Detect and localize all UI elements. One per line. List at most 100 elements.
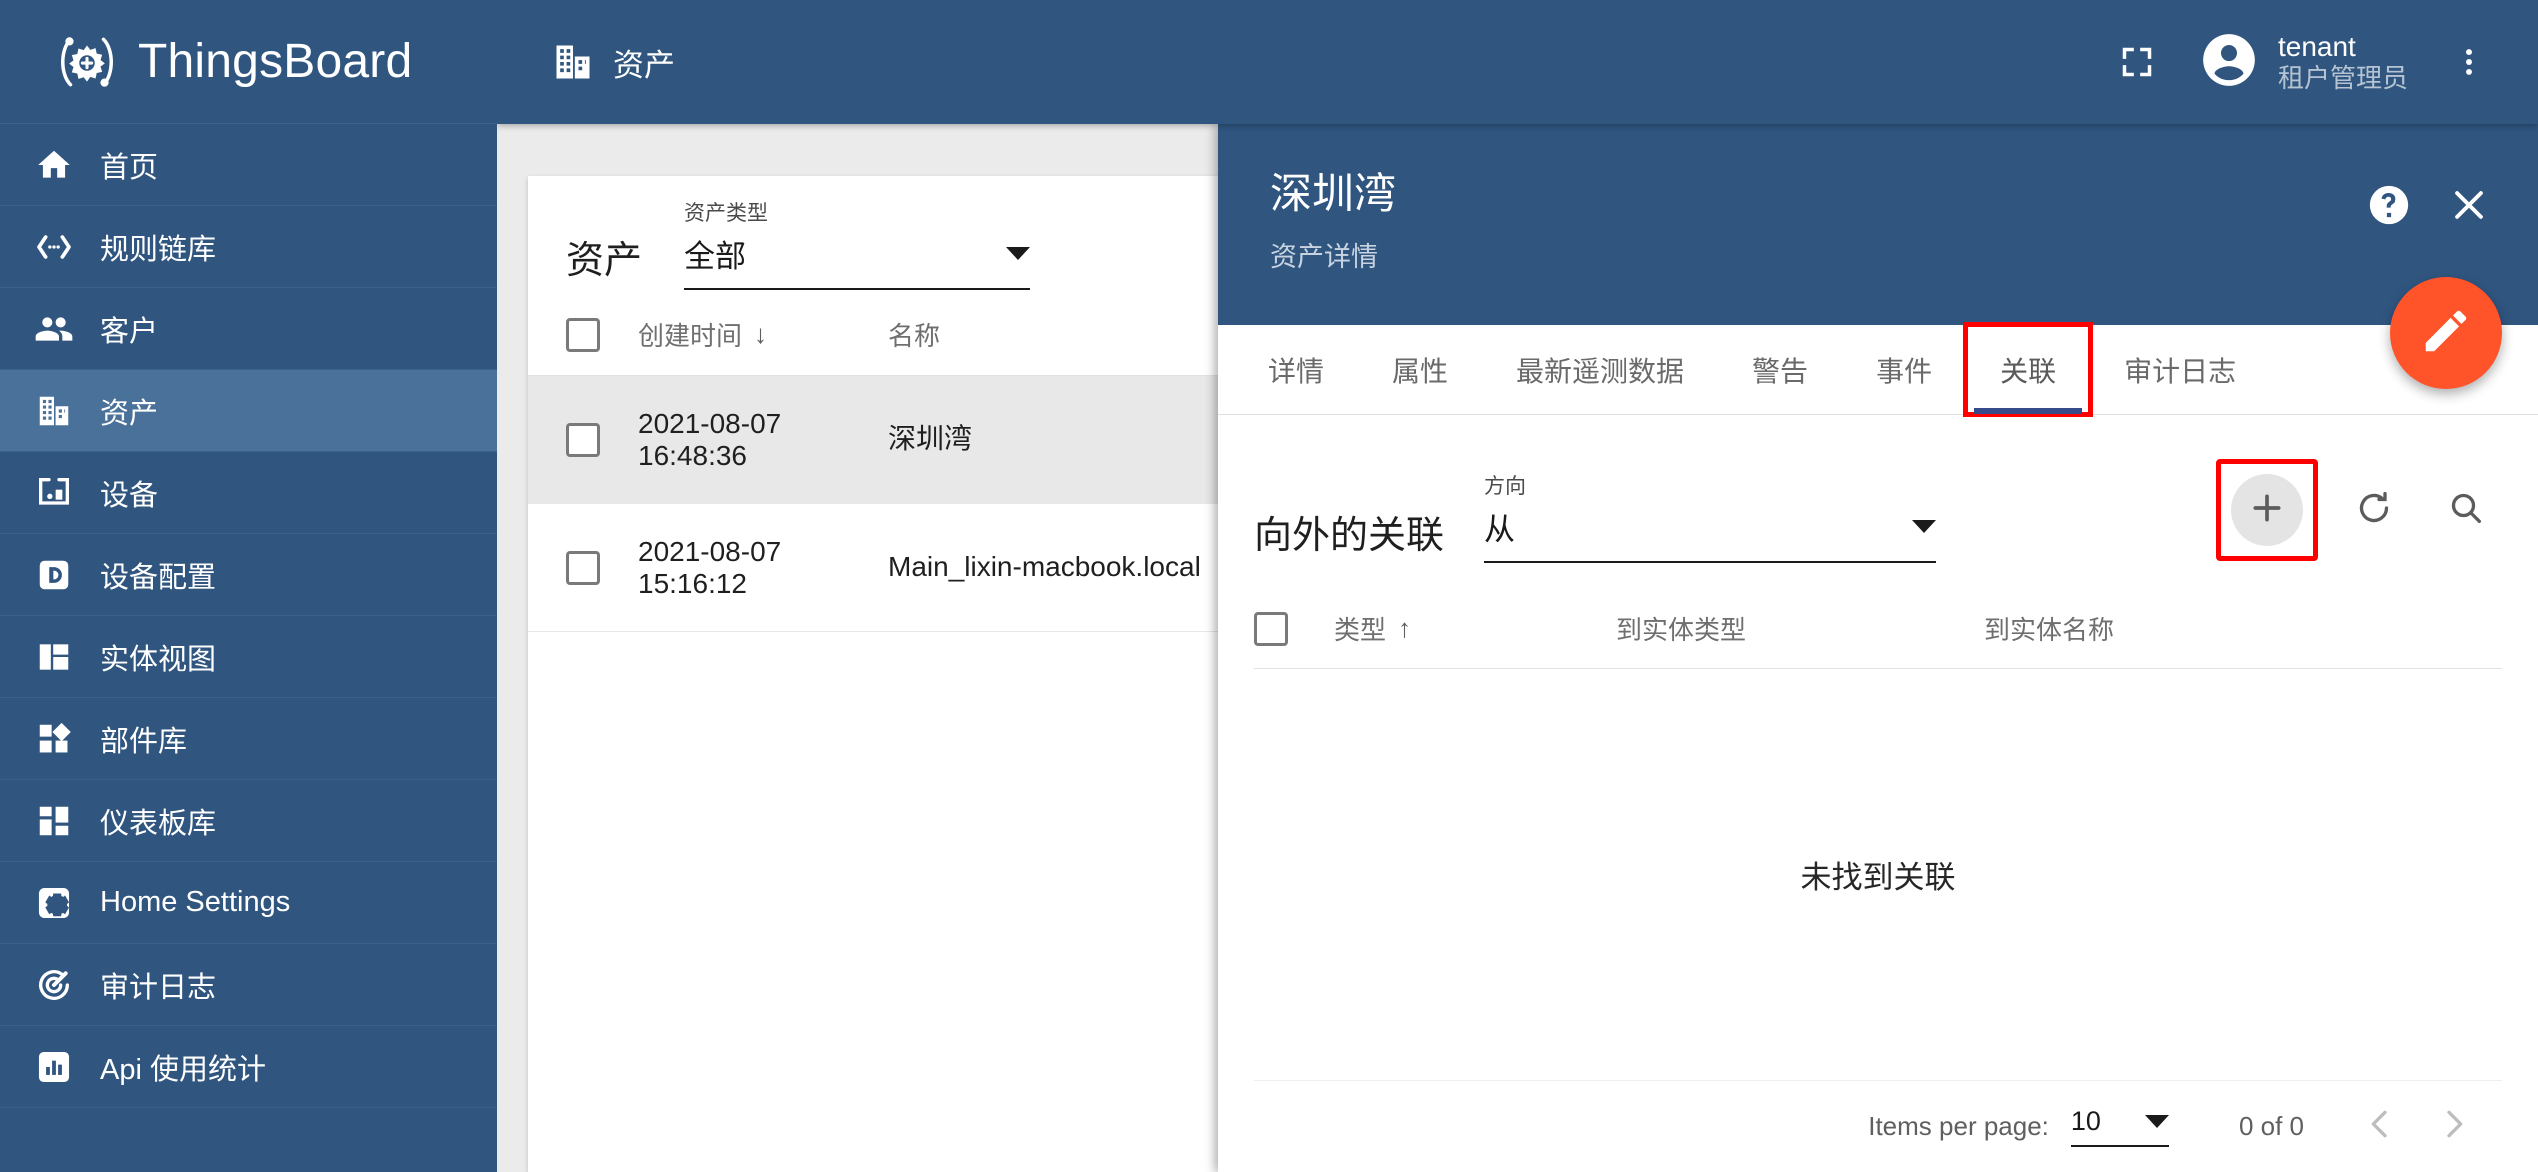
widgets-icon (34, 719, 74, 759)
cell-text: Main_lixin-macbook.local (888, 551, 1201, 583)
asset-table-header: 创建时间 ↓ 名称 (528, 294, 1248, 376)
column-created-time[interactable]: 创建时间 ↓ (600, 316, 870, 353)
table-row[interactable]: 2021-08-07 15:16:12 Main_lixin-macbook.l… (528, 504, 1248, 632)
entity-views-icon (34, 637, 74, 677)
chevron-down-icon (1006, 247, 1031, 260)
tab-relations[interactable]: 关联 (1963, 322, 2094, 417)
asset-list-card: 资产 资产类型 全部 创建时间 ↓ 名称 2021-08-07 16:48:36… (528, 176, 1248, 1172)
sidebar-item-api-usage[interactable]: Api 使用统计 (0, 1026, 497, 1108)
column-name[interactable]: 名称 (870, 316, 1210, 353)
sidebar-item-assets[interactable]: 资产 (0, 370, 497, 452)
cell-name: 深圳湾 (870, 421, 1210, 457)
sidebar-item-audit-log[interactable]: 审计日志 (0, 944, 497, 1026)
user-name: tenant (2277, 31, 2356, 63)
row-checkbox[interactable] (566, 550, 600, 585)
sidebar-item-label: 审计日志 (100, 971, 217, 1004)
cell-text: 2021-08-07 16:48:36 (638, 407, 782, 471)
user-menu[interactable]: tenant 租户管理员 (2192, 29, 2414, 96)
relations-title: 向外的关联 (1254, 515, 1445, 557)
sidebar-nav: 首页 规则链库 客户 资产 设备 设备配置 实体视图 部件库 仪表板库 Home… (0, 124, 497, 1172)
sidebar-item-label: 设备 (100, 479, 159, 512)
search-icon (2446, 488, 2486, 533)
sidebar-item-label: Home Settings (100, 886, 291, 918)
sidebar-item-widgets[interactable]: 部件库 (0, 698, 497, 780)
customers-icon (34, 309, 74, 349)
tab-details[interactable]: 详情 (1234, 325, 1358, 414)
sidebar-item-customers[interactable]: 客户 (0, 288, 497, 370)
edit-fab-button[interactable] (2390, 277, 2502, 389)
sidebar-item-home[interactable]: 首页 (0, 124, 497, 206)
add-relation-button[interactable] (2231, 474, 2303, 546)
tab-alarms[interactable]: 警告 (1718, 325, 1842, 414)
thingsboard-logo-icon (54, 29, 120, 95)
sidebar-item-entity-views[interactable]: 实体视图 (0, 616, 497, 698)
items-per-page-select[interactable]: 10 (2070, 1106, 2169, 1147)
column-header-label: 名称 (888, 321, 941, 351)
tab-audit-log[interactable]: 审计日志 (2090, 325, 2270, 414)
relations-empty-text: 未找到关联 (1800, 860, 1956, 895)
home-icon (34, 145, 74, 185)
help-circle-icon[interactable] (2360, 176, 2418, 234)
sidebar-item-device-profiles[interactable]: 设备配置 (0, 534, 497, 616)
asset-list-title: 资产 (566, 240, 643, 282)
brand[interactable]: ThingsBoard (0, 0, 497, 124)
search-button[interactable] (2430, 474, 2502, 546)
relation-direction-filter[interactable]: 方向 从 (1484, 470, 1937, 567)
column-header-label: 到实体名称 (1984, 615, 2115, 645)
column-type[interactable]: 类型 ↑ (1334, 610, 1616, 647)
chevron-down-icon (2144, 1115, 2169, 1128)
detail-tabs: 详情 属性 最新遥测数据 警告 事件 关联 审计日志 (1218, 322, 2538, 417)
pencil-icon (2419, 304, 2473, 363)
select-all-checkbox[interactable] (1254, 611, 1288, 646)
arrow-up-icon: ↑ (1398, 613, 1412, 643)
refresh-button[interactable] (2338, 474, 2410, 546)
page-title: 资产 (551, 40, 675, 85)
close-icon[interactable] (2440, 176, 2498, 234)
tab-attributes[interactable]: 属性 (1358, 325, 1482, 414)
brand-name: ThingsBoard (138, 35, 413, 88)
cell-text: 深圳湾 (888, 423, 973, 455)
cell-created-time: 2021-08-07 16:48:36 (600, 408, 870, 472)
column-header-label: 到实体类型 (1616, 615, 1747, 645)
asset-type-filter-label: 资产类型 (684, 202, 769, 225)
tab-latest-telemetry[interactable]: 最新遥测数据 (1482, 325, 1718, 414)
sidebar-item-home-settings[interactable]: Home Settings (0, 862, 497, 944)
relation-direction-value: 从 (1484, 512, 1516, 547)
asset-type-value: 全部 (684, 239, 747, 274)
user-info: tenant 租户管理员 (2278, 30, 2408, 94)
more-vert-icon[interactable] (2440, 33, 2498, 91)
pagination-range-label: 0 of 0 (2238, 1111, 2304, 1141)
app-root: ThingsBoard 首页 规则链库 客户 资产 设备 设备配置 实体视图 部… (0, 0, 2538, 1172)
refresh-icon (2354, 488, 2394, 533)
sidebar-item-label: 实体视图 (100, 643, 217, 676)
sidebar: ThingsBoard 首页 规则链库 客户 资产 设备 设备配置 实体视图 部… (0, 0, 497, 1172)
row-checkbox[interactable] (566, 422, 600, 457)
chevron-left-icon[interactable] (2360, 1104, 2400, 1149)
detail-header-actions (2360, 176, 2498, 234)
sidebar-item-label: Api 使用统计 (100, 1053, 266, 1086)
select-all-checkbox[interactable] (566, 317, 600, 352)
api-usage-icon (34, 1047, 74, 1087)
asset-type-filter[interactable]: 资产类型 全部 (684, 197, 1031, 294)
column-to-entity-type[interactable]: 到实体类型 (1616, 610, 1984, 647)
sidebar-item-dashboards[interactable]: 仪表板库 (0, 780, 497, 862)
top-toolbar: 资产 tenant 租户管理员 (497, 0, 2538, 124)
device-profiles-icon (34, 555, 74, 595)
asset-type-select[interactable]: 全部 (684, 231, 1031, 290)
relation-direction-label: 方向 (1484, 475, 1527, 498)
items-per-page-value: 10 (2070, 1106, 2101, 1136)
column-to-entity-name[interactable]: 到实体名称 (1984, 610, 2502, 647)
tab-label: 最新遥测数据 (1516, 355, 1685, 387)
relation-direction-select[interactable]: 从 (1484, 504, 1937, 563)
tab-label: 属性 (1392, 355, 1449, 387)
chevron-right-icon[interactable] (2434, 1104, 2474, 1149)
cell-created-time: 2021-08-07 15:16:12 (600, 536, 870, 600)
table-row[interactable]: 2021-08-07 16:48:36 深圳湾 (528, 376, 1248, 504)
sidebar-item-rule-chains[interactable]: 规则链库 (0, 206, 497, 288)
sidebar-item-devices[interactable]: 设备 (0, 452, 497, 534)
assets-icon (551, 40, 595, 84)
user-role: 租户管理员 (2277, 63, 2408, 94)
fullscreen-icon[interactable] (2108, 33, 2166, 91)
settings-gear-icon (34, 883, 74, 923)
tab-events[interactable]: 事件 (1842, 325, 1966, 414)
